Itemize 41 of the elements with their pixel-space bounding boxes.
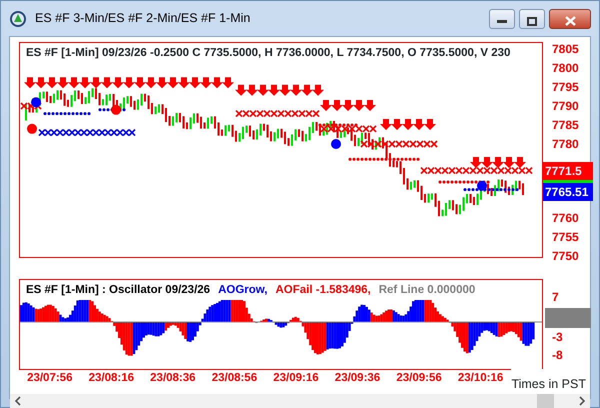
axis-label: 7800 [551, 60, 580, 77]
axis-label: 7795 [551, 79, 580, 96]
axis-label: 7805 [551, 41, 580, 58]
minimize-icon [497, 19, 507, 24]
maximize-button[interactable] [519, 8, 545, 28]
axis-label: 7755 [551, 229, 580, 246]
time-label: 23/09:56 [396, 371, 442, 386]
time-label: 23/09:16 [273, 371, 319, 386]
axis-label: 7785 [551, 117, 580, 134]
scroll-left-icon[interactable] [14, 396, 22, 406]
legend-text: Ref Line 0.000000 [378, 283, 476, 298]
scroll-right-icon[interactable] [578, 396, 586, 406]
axis-label: 7760 [551, 210, 580, 227]
legend-text: ES #F [1-Min] : Oscillator 09/23/26 [26, 283, 210, 298]
time-label: 23/08:56 [212, 371, 258, 386]
time-label: 23/08:36 [150, 371, 196, 386]
value-tag [545, 308, 591, 328]
time-label: 23/07:56 [27, 371, 72, 386]
time-label: 23/08:16 [88, 371, 134, 386]
time-label: 23/10:16 [458, 371, 504, 386]
axis-label: 7790 [551, 98, 580, 115]
axis-label: -8 [551, 347, 564, 364]
time-zone-note: Times in PST [511, 376, 586, 393]
price-tag: 7765.51 [543, 183, 593, 201]
price-tag: 7771.5 [543, 162, 593, 180]
legend-text: AOGrow, [218, 283, 268, 298]
scrollbar-thumb[interactable] [537, 394, 554, 408]
close-icon [564, 16, 576, 26]
close-button[interactable] [549, 8, 591, 28]
axis-label: 7 [551, 289, 560, 306]
horizontal-scrollbar[interactable] [10, 394, 590, 408]
price-legend: ES #F [1-Min] 09/23/26 -0.2500 C 7735.5000, H 7736.0000, L 7734.7500, O 7735.5000, V 230 [20, 43, 542, 63]
time-label: 23/09:36 [334, 371, 380, 386]
window-title: ES #F 3-Min/ES #F 2-Min/ES #F 1-Min [35, 10, 250, 28]
legend-text: AOFail -1.583496, [275, 283, 371, 298]
minimize-button[interactable] [489, 8, 515, 28]
app-icon [9, 10, 27, 28]
axis-label: -3 [551, 329, 564, 346]
maximize-icon [527, 16, 537, 26]
axis-label: 7750 [551, 248, 580, 265]
axis-label: 7780 [551, 136, 580, 153]
